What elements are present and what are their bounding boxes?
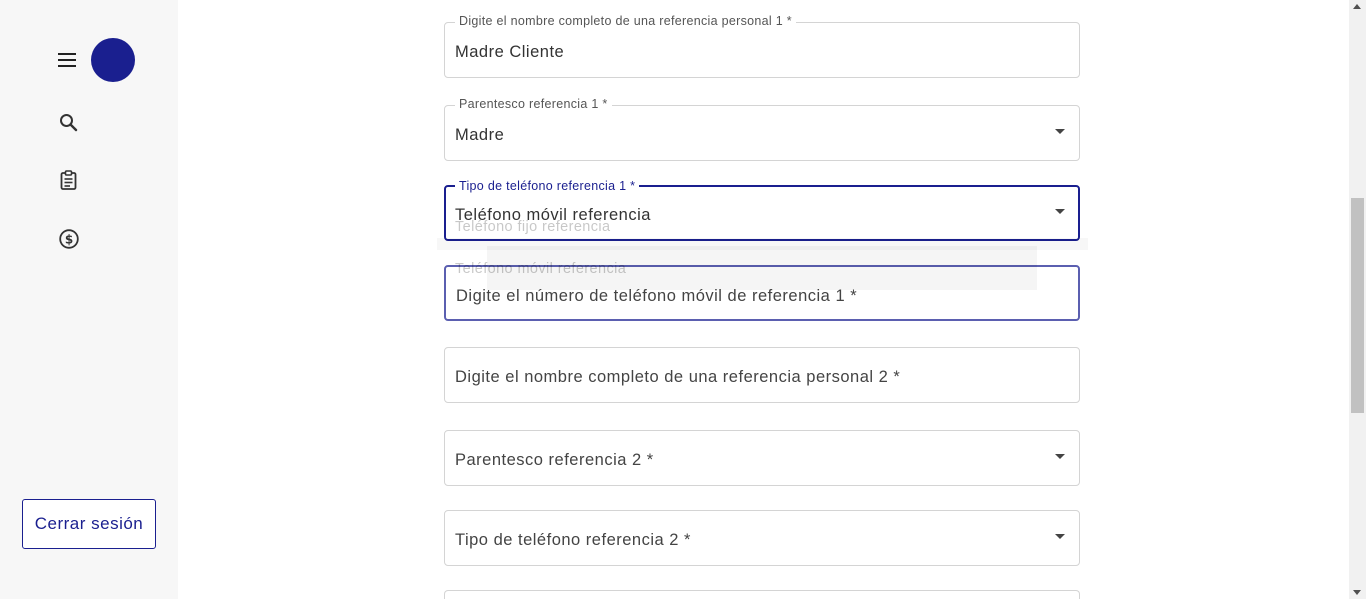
ref1-name-label: Digite el nombre completo de una referen… xyxy=(455,14,796,28)
ref1-name-value: Madre Cliente xyxy=(455,43,565,61)
dollar-icon[interactable]: $ xyxy=(58,228,80,250)
ref1-name-field[interactable]: Digite el nombre completo de una referen… xyxy=(444,14,1080,78)
clipboard-icon[interactable] xyxy=(58,169,80,191)
scroll-down-icon[interactable] xyxy=(1353,590,1361,595)
ref2-name-placeholder: Digite el nombre completo de una referen… xyxy=(455,368,901,386)
ref2-relationship-select[interactable]: Parentesco referencia 2 * xyxy=(444,430,1080,486)
chevron-down-icon[interactable] xyxy=(1055,129,1065,134)
option-mobile[interactable]: Teléfono móvil referencia xyxy=(455,261,626,277)
ref1-relationship-label: Parentesco referencia 1 * xyxy=(455,97,612,111)
ref2-phone-type-select[interactable]: Tipo de teléfono referencia 2 * xyxy=(444,510,1080,566)
ref1-phone-type-label: Tipo de teléfono referencia 1 * xyxy=(455,179,640,193)
avatar[interactable] xyxy=(91,38,135,82)
ref2-name-field[interactable]: Digite el nombre completo de una referen… xyxy=(444,347,1080,403)
scroll-thumb[interactable] xyxy=(1351,198,1364,413)
next-field[interactable] xyxy=(444,590,1080,599)
ref1-relationship-value: Madre xyxy=(455,126,505,144)
scroll-up-icon[interactable] xyxy=(1353,4,1361,9)
logout-button[interactable]: Cerrar sesión xyxy=(22,499,156,549)
svg-text:$: $ xyxy=(65,233,73,247)
ref2-relationship-placeholder: Parentesco referencia 2 * xyxy=(455,451,654,469)
sidebar: $ Cerrar sesión xyxy=(0,0,178,599)
search-icon[interactable] xyxy=(58,112,80,134)
option-landline[interactable]: Teléfono fijo referencia xyxy=(455,219,611,235)
chevron-down-icon[interactable] xyxy=(1055,209,1065,214)
chevron-down-icon[interactable] xyxy=(1055,534,1065,539)
phone-type-dropdown-menu: Teléfono fijo referencia Teléfono móvil … xyxy=(437,219,1088,294)
ref2-phone-type-placeholder: Tipo de teléfono referencia 2 * xyxy=(455,531,691,549)
ref1-relationship-select[interactable]: Parentesco referencia 1 * Madre xyxy=(444,97,1080,161)
chevron-down-icon[interactable] xyxy=(1055,454,1065,459)
scrollbar[interactable] xyxy=(1349,0,1366,599)
menu-icon[interactable] xyxy=(57,50,77,70)
